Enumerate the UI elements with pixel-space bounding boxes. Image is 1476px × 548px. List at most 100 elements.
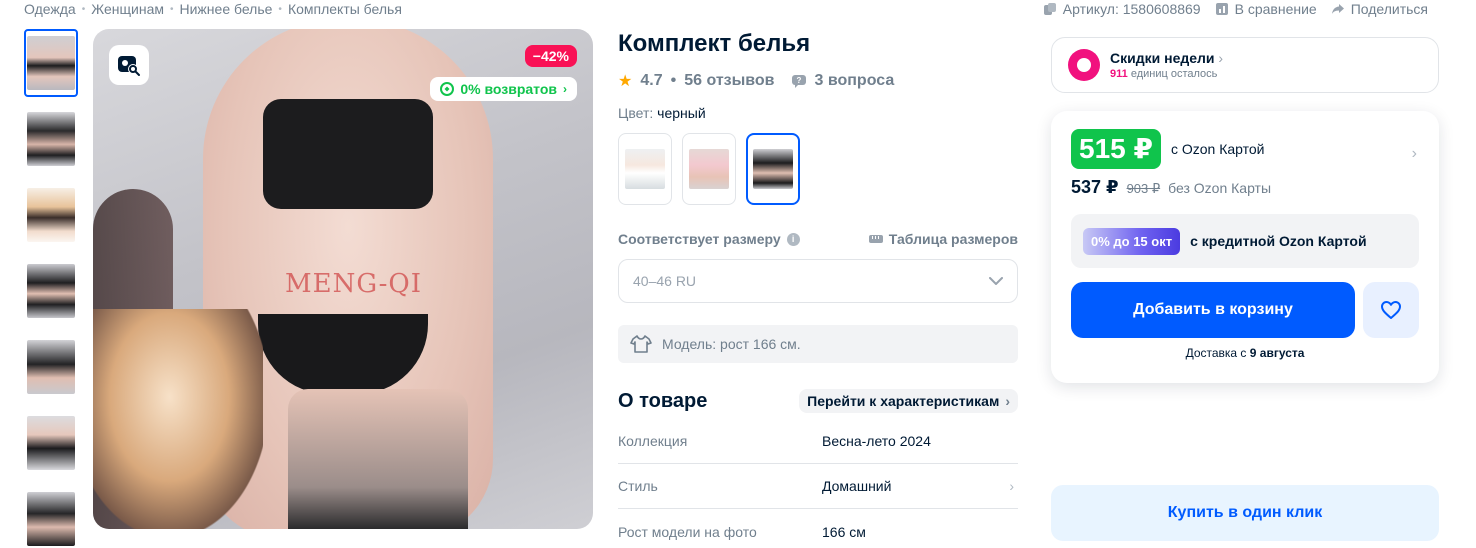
- credit-pill: 0% до 15 окт: [1083, 227, 1181, 255]
- color-line: Цвет: черный: [618, 105, 1018, 121]
- swatch-image: [689, 149, 729, 189]
- weekly-deals-icon: [1068, 49, 1100, 81]
- breadcrumb-item-clothing[interactable]: Одежда: [24, 1, 76, 17]
- about-heading: О товаре: [618, 389, 708, 412]
- thumbnail-item[interactable]: [24, 485, 78, 548]
- property-value: 166 см: [822, 523, 866, 540]
- chevron-right-icon: ›: [1218, 50, 1224, 66]
- stock-label: единиц осталось: [1130, 68, 1218, 80]
- breadcrumb-item-lingerie-sets[interactable]: Комплекты белья: [288, 1, 402, 17]
- rating-row: ★ 4.7 • 56 отзывов ? 3 вопроса: [618, 71, 1018, 91]
- buy-one-click-button[interactable]: Купить в один клик: [1051, 485, 1439, 541]
- cheaper-offers[interactable]: Есть дешевле или быстрее от 321 ₽ 5 ›: [1051, 369, 1439, 463]
- questions-link[interactable]: 3 вопроса: [815, 72, 895, 90]
- price-card: › 515 ₽ с Ozon Картой 537 ₽ 903 ₽ без Oz…: [1051, 111, 1439, 383]
- card-price: 515 ₽: [1071, 129, 1161, 169]
- property-row-style[interactable]: Стиль Домашний ›: [618, 464, 1018, 509]
- color-swatch-pink[interactable]: [682, 133, 736, 205]
- sku-label: Артикул: 1580608869: [1062, 1, 1201, 17]
- credit-offer[interactable]: 0% до 15 окт с кредитной Ozon Картой: [1071, 214, 1419, 268]
- returns-badge[interactable]: 0% возвратов ›: [430, 77, 577, 101]
- size-table-label: Таблица размеров: [888, 231, 1018, 247]
- weekly-deals-banner[interactable]: Скидки недели › 911 единиц осталось: [1051, 37, 1439, 93]
- share-button[interactable]: Поделиться: [1331, 1, 1428, 17]
- delivery-prefix: Доставка с: [1185, 346, 1247, 360]
- weekly-deals-stock: 911 единиц осталось: [1110, 68, 1223, 80]
- copy-icon: [1043, 3, 1056, 15]
- sku-copy[interactable]: Артикул: 1580608869: [1043, 1, 1201, 17]
- color-swatch-white[interactable]: [618, 133, 672, 205]
- image-search-button[interactable]: [109, 45, 149, 85]
- share-icon: [1331, 4, 1344, 14]
- tshirt-icon: [630, 335, 652, 353]
- cheaper-offer-title: Есть дешевле или быстрее: [1121, 407, 1300, 424]
- breadcrumb-separator: •: [81, 3, 86, 15]
- thumbnail-item[interactable]: [24, 257, 78, 325]
- rating-value[interactable]: 4.7: [640, 72, 662, 90]
- chevron-right-icon: ›: [563, 82, 567, 96]
- cheaper-offer-thumbnail: [1071, 407, 1107, 443]
- image-search-icon: [118, 56, 140, 76]
- chevron-right-icon: ›: [1412, 411, 1417, 427]
- property-key: Рост модели на фото: [618, 523, 757, 540]
- about-header: О товаре Перейти к характеристикам ›: [618, 389, 1018, 413]
- weekly-deals-label: Скидки недели: [1110, 50, 1215, 66]
- reviews-link[interactable]: 56 отзывов: [684, 72, 774, 90]
- thumbnail-item[interactable]: [24, 29, 78, 97]
- thumbnail-item[interactable]: [24, 105, 78, 173]
- size-header: Соответствует размеру i Таблица размеров: [618, 231, 1018, 247]
- add-to-cart-button[interactable]: Добавить в корзину: [1071, 282, 1355, 338]
- old-price: 903 ₽: [1126, 181, 1161, 196]
- info-icon: i: [786, 232, 800, 246]
- property-value: Весна-лето 2024: [822, 433, 931, 449]
- go-to-characteristics-button[interactable]: Перейти к характеристикам ›: [799, 389, 1018, 413]
- size-select-value: 40–46 RU: [633, 273, 697, 289]
- lingerie-top: [263, 99, 433, 209]
- anime-sticker: [93, 309, 263, 529]
- regular-price-row: 537 ₽ 903 ₽ без Ozon Карты: [1071, 177, 1419, 198]
- favorite-button[interactable]: [1363, 282, 1419, 338]
- property-row-model-height: Рост модели на фото 166 см: [618, 509, 1018, 548]
- size-fit-info[interactable]: Соответствует размеру i: [618, 231, 800, 247]
- rating-separator: •: [670, 72, 677, 89]
- color-swatch-black[interactable]: [746, 133, 800, 205]
- weekly-deals-title: Скидки недели ›: [1110, 50, 1223, 66]
- share-label: Поделиться: [1350, 1, 1428, 17]
- breadcrumb: Одежда • Женщинам • Нижнее белье • Компл…: [24, 0, 402, 18]
- property-key: Коллекция: [618, 433, 688, 449]
- product-title: Комплект белья: [618, 30, 811, 57]
- card-price-row[interactable]: 515 ₽ с Ozon Картой: [1071, 129, 1419, 169]
- model-height-note: Модель: рост 166 см.: [618, 325, 1018, 363]
- compare-button[interactable]: В сравнение: [1215, 1, 1317, 17]
- regular-price: 537 ₽: [1071, 177, 1119, 197]
- thumbnail-item[interactable]: [24, 409, 78, 477]
- ruler-icon: [868, 235, 883, 243]
- cheaper-offer-count: 5: [1377, 409, 1399, 431]
- model-note-text: Модель: рост 166 см.: [662, 336, 801, 352]
- regular-price-label: без Ozon Карты: [1168, 180, 1272, 196]
- thumbnail-list: [24, 29, 78, 548]
- delivery-info: Доставка с 9 августа: [1071, 346, 1419, 360]
- credit-text: с кредитной Ozon Картой: [1190, 233, 1367, 249]
- thumbnail-image: [27, 264, 75, 318]
- model-legs: [288, 389, 468, 529]
- thumbnail-image: [27, 188, 75, 242]
- top-actions: Артикул: 1580608869 В сравнение Поделить…: [1043, 0, 1428, 18]
- properties-list: Коллекция Весна-лето 2024 Стиль Домашний…: [618, 419, 1018, 548]
- breadcrumb-item-underwear[interactable]: Нижнее белье: [180, 1, 273, 17]
- returns-icon: [440, 82, 455, 96]
- main-product-image[interactable]: MENG-QI −42% 0% возвратов ›: [93, 29, 593, 529]
- size-fit-label: Соответствует размеру: [618, 231, 781, 247]
- thumbnail-item[interactable]: [24, 181, 78, 249]
- returns-label: 0% возвратов: [460, 81, 557, 97]
- breadcrumb-item-women[interactable]: Женщинам: [91, 1, 164, 17]
- image-watermark: MENG-QI: [285, 269, 422, 299]
- size-table-link[interactable]: Таблица размеров: [868, 231, 1018, 247]
- size-select[interactable]: 40–46 RU: [618, 259, 1018, 303]
- thumbnail-item[interactable]: [24, 333, 78, 401]
- color-swatches: [618, 133, 1018, 205]
- cheaper-offer-price: от 321 ₽: [1121, 425, 1177, 442]
- chevron-right-icon[interactable]: ›: [1412, 145, 1417, 163]
- chevron-right-icon: ›: [1005, 393, 1010, 409]
- stock-count: 911: [1110, 68, 1128, 80]
